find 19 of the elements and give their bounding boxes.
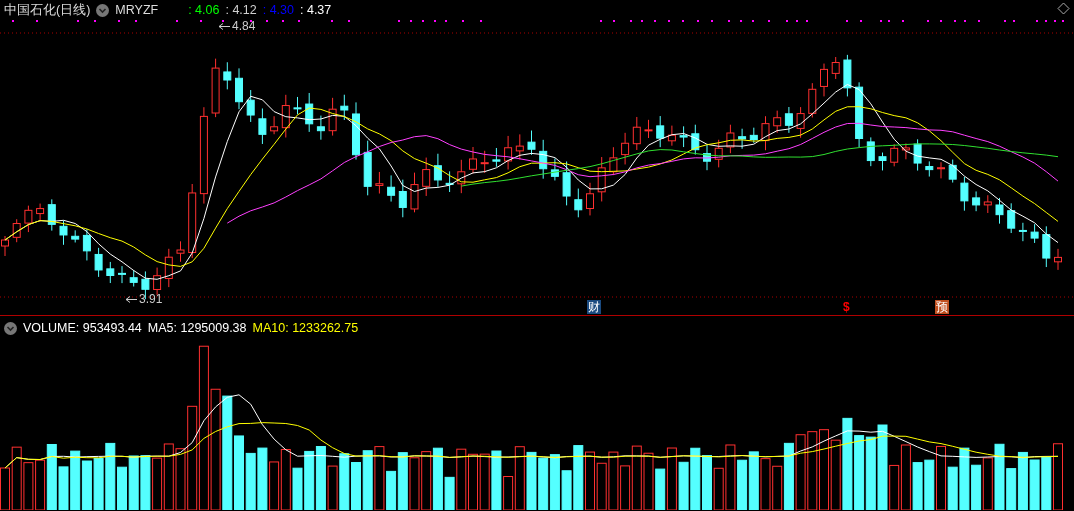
dropdown-icon[interactable]	[96, 3, 110, 17]
diamond-icon[interactable]	[1057, 2, 1070, 15]
low-price-label: 3.91	[139, 292, 163, 306]
indicator-value: MA10: 1233262.75	[252, 321, 359, 335]
dropdown-icon[interactable]	[4, 321, 17, 335]
indicator-value: : 4.12	[225, 3, 257, 17]
indicator-value: : 4.30	[262, 3, 294, 17]
indicator-name[interactable]: MRYZF	[115, 3, 159, 17]
arrow-icon	[218, 21, 231, 31]
event-badge[interactable]: 财	[587, 300, 601, 314]
arrow-icon	[125, 294, 138, 304]
indicator-value: VOLUME: 953493.44	[23, 321, 142, 335]
stock-title: 中国石化(日线)	[4, 1, 91, 19]
indicator-value: : 4.06	[188, 3, 220, 17]
indicator-value: : 4.37	[300, 3, 332, 17]
high-price-label: 4.84	[232, 19, 256, 33]
indicator-value: MA5: 1295009.38	[147, 321, 247, 335]
event-marker[interactable]: $	[842, 300, 851, 314]
event-badge[interactable]: 预	[935, 300, 949, 314]
